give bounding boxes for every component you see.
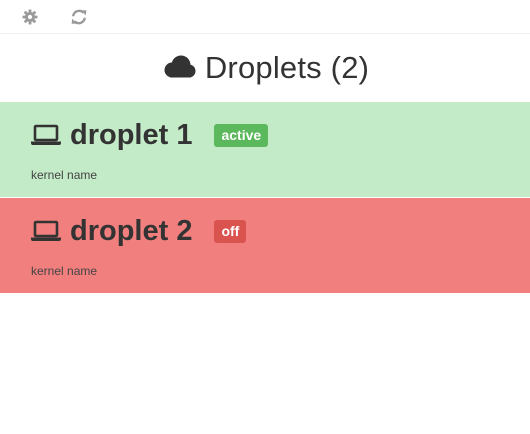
status-badge: off	[214, 219, 247, 243]
page-header: Droplets (2)	[0, 34, 530, 102]
toolbar	[0, 0, 530, 34]
droplet-name: droplet 2	[70, 214, 193, 247]
status-badge: active	[214, 123, 269, 147]
kernel-name: kernel name	[31, 168, 98, 182]
laptop-icon	[31, 124, 61, 145]
cloud-icon	[164, 55, 196, 78]
refresh-button[interactable]	[69, 7, 89, 27]
kernel-name: kernel name	[31, 264, 98, 278]
page-title: Droplets (2)	[204, 50, 370, 85]
laptop-icon	[31, 220, 61, 241]
droplet-row-2[interactable]: droplet 2 off kernel name	[0, 198, 530, 293]
refresh-icon	[71, 9, 87, 25]
settings-button[interactable]	[20, 7, 40, 27]
droplet-name: droplet 1	[70, 118, 193, 151]
droplet-row-1[interactable]: droplet 1 active kernel name	[0, 102, 530, 197]
gear-icon	[22, 9, 38, 25]
